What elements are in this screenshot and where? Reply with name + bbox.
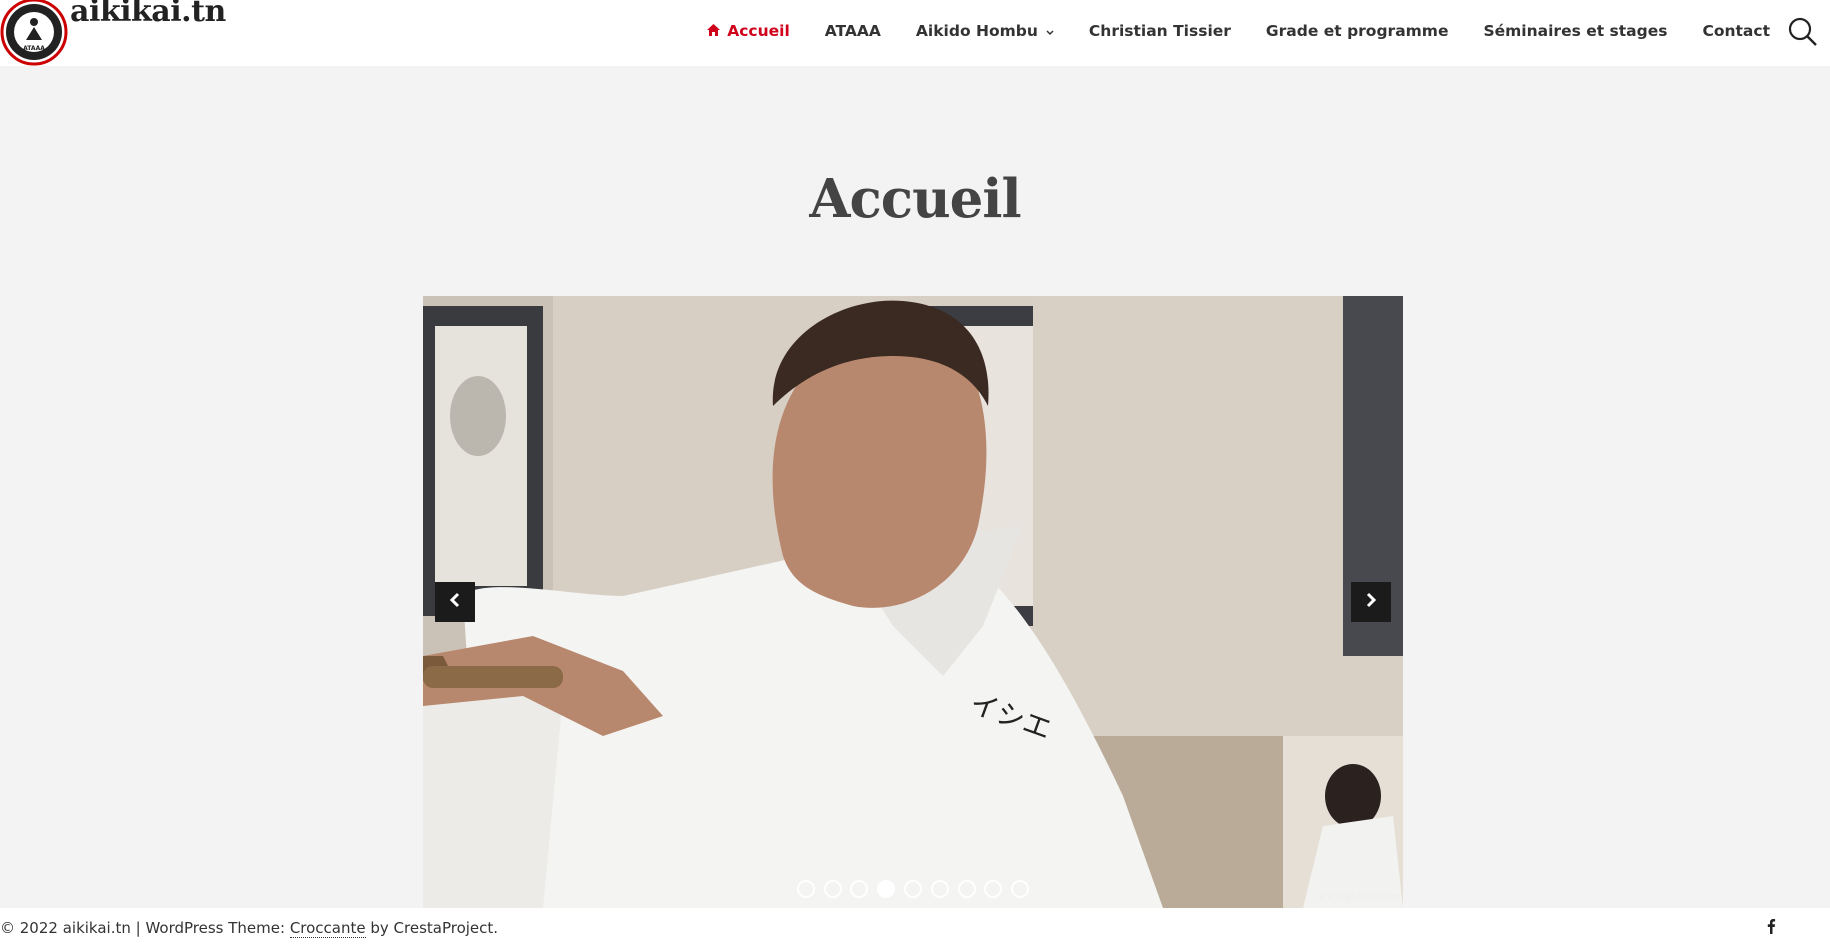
logo-text: ATAAA [23, 45, 45, 52]
theme-author-text: by CrestaProject. [365, 919, 499, 937]
slider-prev-button[interactable] [435, 582, 475, 622]
slider-dot[interactable] [904, 880, 922, 898]
nav-label: Contact [1702, 22, 1770, 40]
slider-dot[interactable] [1011, 880, 1030, 898]
nav-item-aikido-hombu[interactable]: Aikido Hombu [916, 22, 1054, 40]
slider-dot[interactable] [957, 880, 976, 898]
site-title[interactable]: aikikai.tn [70, 0, 226, 29]
page-title: Accueil [809, 168, 1021, 230]
footer-credits: © 2022 aikikai.tn | WordPress Theme: Cro… [0, 919, 499, 938]
site-footer: © 2022 aikikai.tn | WordPress Theme: Cro… [0, 908, 1830, 948]
site-logo[interactable]: ATAAA [0, 0, 70, 66]
nav-item-contact[interactable]: Contact [1702, 22, 1770, 40]
site-header: ATAAA aikikai.tn Accueil ATAAA Aikido Ho… [0, 0, 1830, 66]
slider-dot[interactable] [877, 880, 896, 898]
facebook-icon[interactable] [1766, 918, 1776, 938]
chevron-down-icon [1046, 22, 1054, 40]
slider-pagination [423, 880, 1403, 898]
slider-dot[interactable] [984, 880, 1003, 898]
slider-dot[interactable] [930, 880, 949, 898]
nav-label: Accueil [727, 22, 790, 40]
photo-watermark: www.guillaumee [1318, 891, 1401, 902]
nav-label: Christian Tissier [1088, 22, 1231, 40]
nav-label: ATAAA [824, 22, 881, 40]
image-slider[interactable]: イシエ www.guillaumee [423, 296, 1403, 908]
theme-link[interactable]: Croccante [289, 919, 366, 938]
nav-item-ataaa[interactable]: ATAAA [825, 22, 881, 40]
chevron-left-icon [448, 592, 462, 612]
slider-dot[interactable] [850, 880, 869, 898]
chevron-right-icon [1364, 592, 1378, 612]
slider-dot[interactable] [796, 880, 815, 898]
copyright-text: © 2022 aikikai.tn | WordPress Theme: [0, 919, 290, 937]
nav-label: Aikido Hombu [915, 22, 1038, 40]
nav-item-christian-tissier[interactable]: Christian Tissier [1089, 22, 1231, 40]
nav-item-seminaires-stages[interactable]: Séminaires et stages [1483, 22, 1667, 40]
nav-item-accueil[interactable]: Accueil [707, 22, 790, 40]
main-nav: Accueil ATAAA Aikido Hombu Christian Tis… [672, 0, 1770, 62]
slide-image: イシエ [423, 296, 1403, 908]
nav-item-grade-programme[interactable]: Grade et programme [1266, 22, 1449, 40]
search-icon[interactable] [1788, 16, 1818, 48]
nav-label: Grade et programme [1265, 22, 1449, 40]
nav-label: Séminaires et stages [1483, 22, 1668, 40]
slider-next-button[interactable] [1351, 582, 1391, 622]
slider-dot[interactable] [823, 880, 842, 898]
home-icon [707, 22, 721, 40]
